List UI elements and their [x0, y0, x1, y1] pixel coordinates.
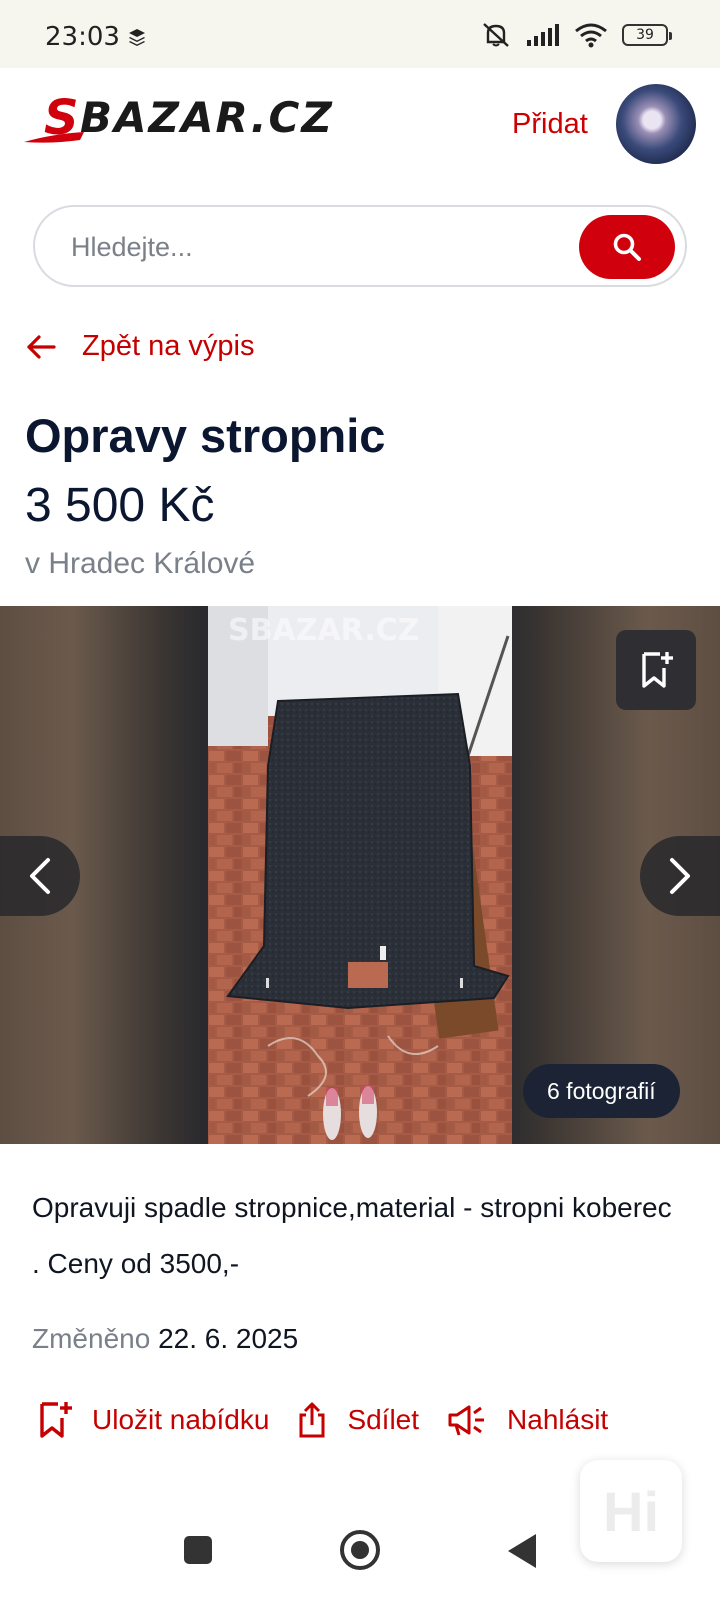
bookmark-add-icon — [40, 1402, 72, 1438]
search-icon — [613, 233, 641, 261]
report-label: Nahlásit — [507, 1404, 609, 1435]
wifi-icon — [575, 23, 607, 48]
changed-label: Změněno — [32, 1323, 151, 1354]
megaphone-icon — [448, 1405, 485, 1436]
listing-title: Opravy stropnic — [25, 409, 386, 462]
bookmark-add-icon — [642, 652, 673, 688]
status-time: 23:03 — [45, 22, 120, 52]
listing-location: v Hradec Králové — [25, 547, 256, 580]
search-input[interactable] — [71, 225, 551, 269]
layers-icon — [129, 29, 145, 46]
back-link-label: Zpět na výpis — [82, 330, 255, 362]
listing-price: 3 500 Kč — [25, 479, 215, 532]
previous-photo-button[interactable] — [0, 836, 80, 916]
search-button[interactable] — [579, 215, 675, 279]
search-bar — [33, 205, 687, 287]
chevron-left-icon — [30, 858, 50, 894]
save-offer-label: Uložit nabídku — [92, 1404, 270, 1435]
user-avatar[interactable] — [616, 84, 696, 164]
changed-date-row: Změněno 22. 6. 2025 — [32, 1323, 298, 1355]
sbazar-logo-graphic: S BAZAR.CZ — [24, 90, 334, 146]
status-bar: 23:03 39 — [0, 0, 720, 68]
share-label: Sdílet — [347, 1404, 420, 1435]
chevron-right-icon — [670, 858, 690, 894]
photo-gallery[interactable]: SBAZAR.CZ 6 fotografií — [0, 606, 720, 1144]
recent-apps-button[interactable] — [184, 1536, 212, 1564]
listing-photo-graphic: SBAZAR.CZ — [208, 606, 512, 1144]
changed-date: 22. 6. 2025 — [158, 1323, 299, 1354]
listing-description: Opravuji spadle stropnice,material - str… — [32, 1192, 672, 1279]
report-button[interactable]: Nahlásit — [447, 1403, 608, 1437]
battery-indicator: 39 — [622, 24, 672, 46]
save-bookmark-button[interactable] — [616, 630, 696, 710]
share-button[interactable]: Sdílet — [297, 1401, 419, 1439]
share-icon — [299, 1402, 325, 1438]
home-button[interactable] — [340, 1530, 380, 1570]
svg-text:BAZAR.CZ: BAZAR.CZ — [80, 94, 334, 142]
save-offer-button[interactable]: Uložit nabídku — [38, 1400, 269, 1440]
watermark-text: SBAZAR.CZ — [228, 613, 419, 648]
sbazar-logo[interactable]: S BAZAR.CZ — [22, 90, 382, 155]
listing-photo[interactable]: SBAZAR.CZ — [208, 606, 512, 1144]
listing-actions: Uložit nabídku Sdílet Nahlásit — [38, 1400, 636, 1440]
arrow-left-icon — [27, 334, 56, 359]
mute-vibrate-icon — [483, 23, 509, 47]
back-to-list-link[interactable]: Zpět na výpis — [26, 330, 254, 363]
system-back-button[interactable] — [508, 1534, 536, 1568]
add-listing-link[interactable]: Přidat — [512, 108, 588, 141]
system-navigation-bar — [0, 1520, 720, 1590]
svg-text:S: S — [44, 94, 79, 146]
signal-icon — [527, 24, 559, 46]
next-photo-button[interactable] — [640, 836, 720, 916]
photo-count-badge[interactable]: 6 fotografií — [523, 1064, 680, 1118]
